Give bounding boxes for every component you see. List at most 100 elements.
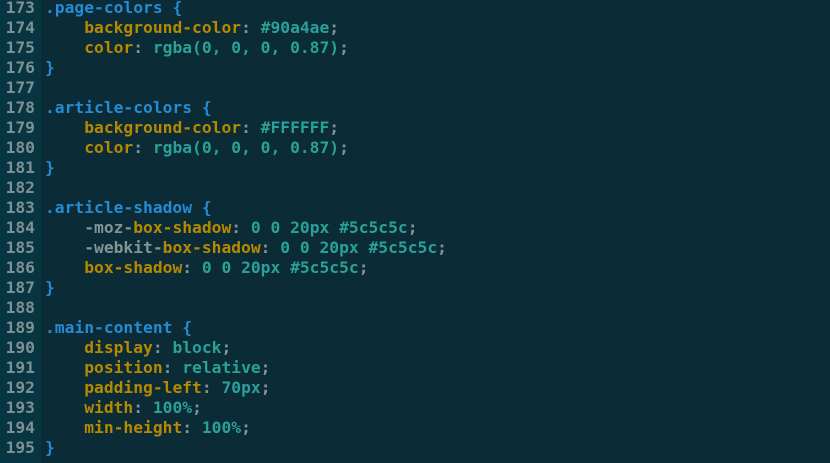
line-number: 173 (5, 0, 35, 17)
line-code: -webkit-box-shadow: 0 0 20px #5c5c5c; (45, 238, 447, 258)
punctuation-token: ; (221, 338, 232, 357)
indent-token (45, 258, 84, 277)
line-code: padding-left: 70px; (45, 378, 271, 398)
indent-token (45, 378, 84, 397)
line-code: } (45, 438, 55, 458)
value-token: 0 0 20px #5c5c5c (250, 218, 408, 237)
code-line[interactable]: 191 position: relative; (0, 358, 830, 378)
code-line[interactable]: 186 box-shadow: 0 0 20px #5c5c5c; (0, 258, 830, 278)
indent-token (45, 218, 84, 237)
property-token: color (84, 38, 134, 57)
line-code: .article-colors { (45, 98, 212, 118)
code-lines: 173 .page-colors {174 background-color: #… (0, 0, 830, 458)
property-token: display (84, 338, 153, 357)
value-token: 0 0 20px #5c5c5c (280, 238, 438, 257)
value-token: rgba(0, 0, 0, 0.87) (152, 38, 340, 57)
code-line[interactable]: 189 .main-content { (0, 318, 830, 338)
line-code: background-color: #FFFFFF; (45, 118, 339, 138)
code-line[interactable]: 175 color: rgba(0, 0, 0, 0.87); (0, 38, 830, 58)
punctuation-token: ; (339, 138, 349, 157)
line-code: background-color: #90a4ae; (45, 18, 339, 38)
line-number: 189 (5, 318, 35, 337)
indent-token (45, 398, 84, 417)
line-number: 185 (5, 238, 35, 257)
line-number: 187 (5, 278, 35, 297)
indent-token (45, 38, 84, 57)
code-line[interactable]: 194 min-height: 100%; (0, 418, 830, 438)
code-line[interactable]: 195} (0, 438, 830, 458)
value-token: 100% (201, 418, 242, 437)
line-code: color: rgba(0, 0, 0, 0.87); (45, 138, 349, 158)
punctuation-token: : (162, 358, 183, 377)
value-token: 100% (152, 398, 193, 417)
code-line[interactable]: 176} (0, 58, 830, 78)
line-code: } (45, 158, 55, 178)
code-line[interactable]: 193 width: 100%; (0, 398, 830, 418)
property-token: position (84, 358, 163, 377)
line-code: position: relative; (45, 358, 270, 378)
line-code: } (45, 278, 55, 298)
line-code: -moz-box-shadow: 0 0 20px #5c5c5c; (45, 218, 417, 238)
code-line[interactable]: 192 padding-left: 70px; (0, 378, 830, 398)
line-number: 175 (5, 38, 35, 57)
indent-token (45, 238, 84, 257)
indent-token (45, 358, 84, 377)
indent-token (45, 338, 84, 357)
punctuation-token: : (182, 418, 202, 437)
code-line[interactable]: 181} (0, 158, 830, 178)
code-line[interactable]: 174 background-color: #90a4ae; (0, 18, 830, 38)
line-number: 195 (5, 438, 35, 457)
value-token: 0 0 20px #5c5c5c (201, 258, 359, 277)
line-number: 190 (5, 338, 35, 357)
code-line[interactable]: 184 -moz-box-shadow: 0 0 20px #5c5c5c; (0, 218, 830, 238)
line-number: 186 (5, 258, 35, 277)
indent-token (45, 418, 84, 437)
code-line[interactable]: 188 (0, 298, 830, 318)
indent-token (45, 138, 84, 157)
line-number: 176 (5, 58, 35, 77)
line-number: 182 (5, 178, 35, 197)
property-token: box-shadow (84, 258, 183, 277)
code-line[interactable]: 177 (0, 78, 830, 98)
line-number: 192 (5, 378, 35, 397)
indent-token (45, 18, 84, 37)
code-line[interactable]: 190 display: block; (0, 338, 830, 358)
code-editor[interactable]: 173 .page-colors {174 background-color: #… (0, 0, 830, 463)
code-line[interactable]: 180 color: rgba(0, 0, 0, 0.87); (0, 138, 830, 158)
code-line[interactable]: 178 .article-colors { (0, 98, 830, 118)
line-number: 177 (5, 78, 35, 97)
line-number: 180 (5, 138, 35, 157)
punctuation-token: : (241, 118, 261, 137)
line-number: 181 (5, 158, 35, 177)
code-line[interactable]: 185 -webkit-box-shadow: 0 0 20px #5c5c5c… (0, 238, 830, 258)
value-token: block (172, 338, 222, 357)
brace-token: } (45, 158, 55, 177)
punctuation-token: ; (339, 38, 349, 57)
vendor-prefix-token: -moz- (84, 218, 134, 237)
vendor-prefix-token: -webkit- (84, 238, 163, 257)
value-token: rgba(0, 0, 0, 0.87) (152, 138, 340, 157)
punctuation-token: ; (260, 378, 271, 397)
selector-token: .page-colors (45, 0, 163, 17)
property-token: padding-left (84, 378, 202, 397)
property-token: background-color (84, 118, 242, 137)
punctuation-token: : (201, 378, 222, 397)
line-number: 191 (5, 358, 35, 377)
code-line[interactable]: 173 .page-colors { (0, 0, 830, 18)
punctuation-token: ; (192, 398, 202, 417)
punctuation-token: : (241, 18, 261, 37)
code-line[interactable]: 182 (0, 178, 830, 198)
value-token: 70px (221, 378, 261, 397)
line-number: 194 (5, 418, 35, 437)
punctuation-token: : (133, 138, 153, 157)
line-code: .page-colors { (45, 0, 182, 18)
punctuation-token: : (231, 218, 251, 237)
punctuation-token: : (182, 258, 202, 277)
punctuation-token: ; (241, 418, 251, 437)
code-line[interactable]: 187} (0, 278, 830, 298)
code-line[interactable]: 183 .article-shadow { (0, 198, 830, 218)
brace-token: { (192, 198, 212, 217)
code-line[interactable]: 179 background-color: #FFFFFF; (0, 118, 830, 138)
property-token: color (84, 138, 134, 157)
line-code: box-shadow: 0 0 20px #5c5c5c; (45, 258, 368, 278)
